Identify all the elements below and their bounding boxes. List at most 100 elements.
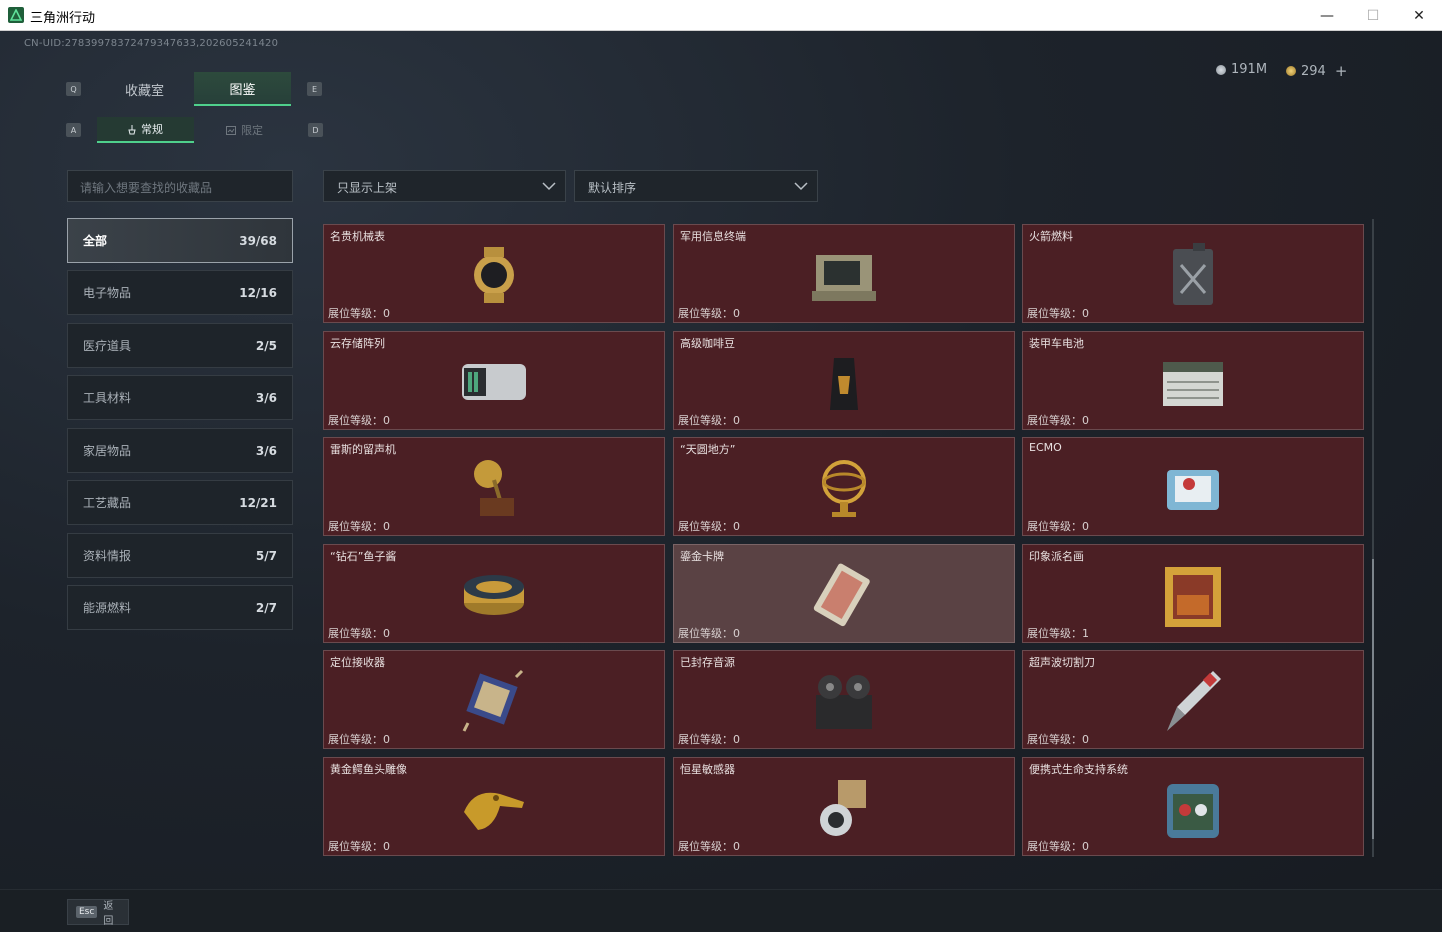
item-name: 定位接收器: [330, 656, 385, 669]
booth-level-label: 展位等级：: [328, 414, 383, 427]
item-name: 鎏金卡牌: [680, 550, 724, 563]
display-filter-value: 只显示上架: [337, 181, 398, 195]
tab-codex[interactable]: 图鉴: [194, 72, 291, 106]
booth-level: 展位等级：0: [1027, 838, 1089, 854]
booth-level-label: 展位等级：: [1027, 414, 1082, 427]
watch-icon: [474, 247, 514, 303]
app-logo-icon: [8, 7, 24, 23]
chevron-down-icon: [794, 182, 808, 191]
collection-card[interactable]: 印象派名画 展位等级：1: [1022, 544, 1364, 643]
collection-card[interactable]: 雷斯的留声机 展位等级：0: [323, 437, 665, 536]
item-name: 火箭燃料: [1029, 230, 1073, 243]
back-button[interactable]: Esc 返回: [67, 899, 129, 927]
collection-card[interactable]: 便携式生命支持系统 展位等级：0: [1022, 757, 1364, 856]
category-label: 全部: [83, 234, 108, 248]
collection-card[interactable]: 黄金鳄鱼头雕像 展位等级：0: [323, 757, 665, 856]
gold-coin-icon: [1286, 66, 1296, 76]
close-button[interactable]: ✕: [1396, 0, 1442, 31]
booth-level-label: 展位等级：: [1027, 520, 1082, 533]
window-title: 三角洲行动: [30, 11, 96, 26]
key-hint-e: E: [307, 82, 322, 96]
booth-level-value: 0: [733, 520, 740, 533]
display-filter-dropdown[interactable]: 只显示上架: [323, 170, 566, 202]
grid-scrollbar[interactable]: [1372, 219, 1374, 857]
sort-dropdown[interactable]: 默认排序: [574, 170, 818, 202]
category-item[interactable]: 全部 39/68: [67, 218, 293, 263]
category-item[interactable]: 工具材料 3/6: [67, 375, 293, 420]
item-name: 黄金鳄鱼头雕像: [330, 763, 407, 776]
back-label: 返回: [103, 901, 114, 927]
category-label: 医疗道具: [83, 339, 132, 353]
category-item[interactable]: 能源燃料 2/7: [67, 585, 293, 630]
collection-card[interactable]: 已封存音源 展位等级：0: [673, 650, 1015, 749]
receiver-icon: [462, 669, 524, 732]
add-currency-button[interactable]: +: [1335, 62, 1348, 80]
regular-icon: [128, 124, 136, 134]
collection-card[interactable]: 军用信息终端 展位等级：0: [673, 224, 1015, 323]
gold-currency: 294 +: [1286, 62, 1347, 80]
item-name: 已封存音源: [680, 656, 735, 669]
subtab-limited[interactable]: 限定: [196, 117, 293, 143]
terminal-icon: [812, 255, 876, 301]
booth-level-value: 0: [383, 414, 390, 427]
subtab-limited-label: 限定: [241, 124, 263, 137]
collection-card[interactable]: “天圆地方” 展位等级：0: [673, 437, 1015, 536]
collection-card[interactable]: 恒星敏感器 展位等级：0: [673, 757, 1015, 856]
booth-level-label: 展位等级：: [328, 840, 383, 853]
collection-card[interactable]: 定位接收器展位等级：0: [323, 650, 665, 749]
silver-coin-icon: [1216, 64, 1226, 75]
item-name: 装甲车电池: [1029, 337, 1084, 350]
collection-card[interactable]: 云存储阵列 展位等级：0: [323, 331, 665, 430]
collection-card[interactable]: ECMO 展位等级：0: [1022, 437, 1364, 536]
booth-level: 展位等级：0: [1027, 731, 1089, 747]
booth-level-value: 0: [383, 840, 390, 853]
tab-collection-room[interactable]: 收藏室: [96, 72, 193, 106]
collection-card[interactable]: 装甲车电池展位等级：0: [1022, 331, 1364, 430]
booth-level-label: 展位等级：: [678, 520, 733, 533]
item-name: 高级咖啡豆: [680, 337, 735, 350]
collection-card[interactable]: 高级咖啡豆 展位等级：0: [673, 331, 1015, 430]
collection-card[interactable]: 鎏金卡牌展位等级：0: [673, 544, 1015, 643]
scrollbar-thumb[interactable]: [1372, 559, 1374, 839]
category-item[interactable]: 工艺藏品 12/21: [67, 480, 293, 525]
booth-level-value: 0: [1082, 733, 1089, 746]
category-item[interactable]: 家居物品 3/6: [67, 428, 293, 473]
collection-card[interactable]: 名贵机械表 展位等级：0: [323, 224, 665, 323]
booth-level: 展位等级：0: [1027, 518, 1089, 534]
booth-level-value: 0: [733, 627, 740, 640]
coffee-bag-icon: [830, 358, 858, 410]
category-count: 2/5: [255, 338, 277, 353]
collection-card[interactable]: “钻石”鱼子酱 展位等级：0: [323, 544, 665, 643]
storage-array-icon: [462, 364, 526, 400]
maximize-button[interactable]: ☐: [1350, 0, 1396, 31]
key-hint-d: D: [308, 123, 323, 137]
key-hint-q: Q: [66, 82, 81, 96]
booth-level: 展位等级：0: [1027, 412, 1089, 428]
caviar-tin-icon: [464, 575, 524, 615]
subtab-regular[interactable]: 常规: [97, 117, 194, 143]
booth-level-value: 0: [383, 520, 390, 533]
category-item[interactable]: 医疗道具 2/5: [67, 323, 293, 368]
item-name: 便携式生命支持系统: [1029, 763, 1128, 776]
collection-card[interactable]: 火箭燃料 展位等级：0: [1022, 224, 1364, 323]
booth-level-label: 展位等级：: [678, 840, 733, 853]
booth-level-label: 展位等级：: [1027, 840, 1082, 853]
subtab-regular-label: 常规: [141, 123, 163, 136]
booth-level-label: 展位等级：: [1027, 307, 1082, 320]
booth-level: 展位等级：0: [328, 731, 390, 747]
booth-level-value: 0: [1082, 520, 1089, 533]
category-item[interactable]: 资料情报 5/7: [67, 533, 293, 578]
game-area: CN-UID:27839978372479347633,202605241420…: [0, 31, 1442, 932]
category-item[interactable]: 电子物品 12/16: [67, 270, 293, 315]
esc-key-hint: Esc: [76, 906, 98, 918]
search-input[interactable]: 请输入想要查找的收藏品: [67, 170, 293, 202]
item-name: 名贵机械表: [330, 230, 385, 243]
collection-card[interactable]: 超声波切割刀 展位等级：0: [1022, 650, 1364, 749]
armillary-sphere-icon: [822, 460, 866, 517]
category-label: 电子物品: [83, 286, 132, 300]
minimize-button[interactable]: —: [1304, 0, 1350, 31]
category-count: 12/21: [239, 495, 277, 510]
window-titlebar: 三角洲行动 — ☐ ✕: [0, 0, 1442, 31]
booth-level-label: 展位等级：: [678, 627, 733, 640]
booth-level-value: 0: [383, 307, 390, 320]
